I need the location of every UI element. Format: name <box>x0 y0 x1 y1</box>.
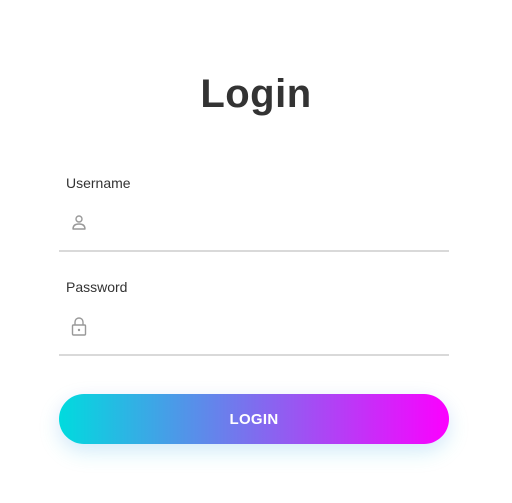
login-card: Login Username Password LOGIN <box>0 0 512 503</box>
user-icon <box>70 212 88 232</box>
password-label: Password <box>66 279 128 295</box>
username-input[interactable] <box>99 204 443 238</box>
username-field-group: Username <box>59 174 449 252</box>
password-input[interactable] <box>99 308 443 342</box>
username-input-row <box>59 192 449 252</box>
lock-icon <box>70 316 88 336</box>
password-input-row <box>59 296 449 356</box>
username-label: Username <box>66 175 131 191</box>
page-title: Login <box>200 72 312 116</box>
password-field-group: Password <box>59 278 449 356</box>
login-button[interactable]: LOGIN <box>59 394 449 444</box>
